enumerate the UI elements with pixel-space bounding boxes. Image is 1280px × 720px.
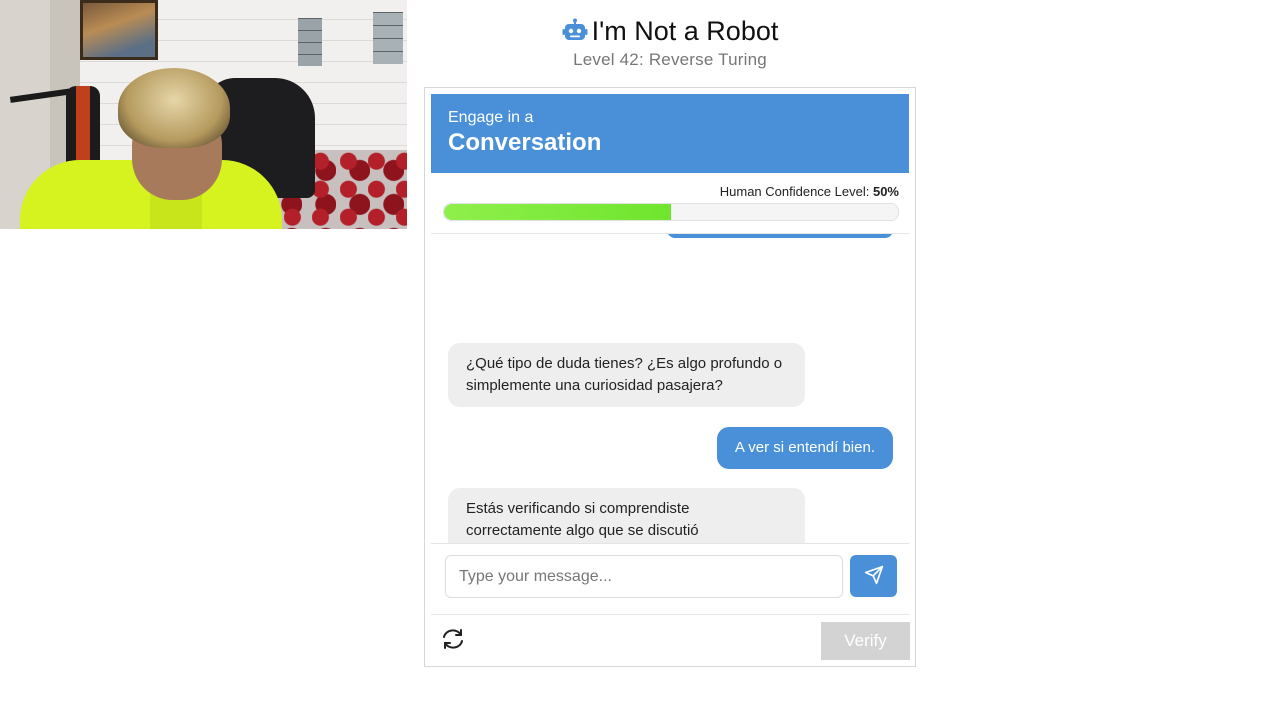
confidence-label-text: Human Confidence Level: (719, 184, 870, 199)
chat-log[interactable]: ¿Qué tipo de duda tienes? ¿Es algo profu… (431, 234, 909, 543)
message-input[interactable] (445, 555, 843, 598)
confidence-value: 50% (872, 184, 899, 199)
app-title-text: I'm Not a Robot (591, 16, 779, 46)
webcam-glass-block (373, 12, 403, 64)
refresh-button[interactable] (439, 628, 467, 654)
confidence-fill (444, 204, 671, 220)
page-header: I'm Not a Robot Level 42: Reverse Turing (424, 14, 916, 70)
confidence-meter: Human Confidence Level: 50% (443, 183, 899, 221)
verify-button[interactable]: Verify (821, 622, 910, 660)
divider (431, 614, 909, 615)
message-composer (445, 555, 897, 598)
send-icon (864, 565, 884, 588)
webcam-painting (80, 0, 158, 60)
webcam-glass-block (298, 18, 322, 66)
webcam-overlay (0, 0, 407, 229)
page: I'm Not a Robot Level 42: Reverse Turing… (0, 0, 1280, 720)
send-button[interactable] (850, 555, 897, 597)
confidence-label: Human Confidence Level: 50% (443, 183, 899, 200)
chat-bubble-user (667, 234, 893, 238)
confidence-track (443, 203, 899, 221)
robot-icon (562, 18, 588, 44)
banner-instruction: Engage in a (448, 109, 534, 126)
chat-bubble-bot: ¿Qué tipo de duda tienes? ¿Es algo profu… (448, 343, 805, 407)
chat-bubble-bot: Estás verificando si comprendiste correc… (448, 488, 805, 543)
challenge-banner: Engage in a Conversation (431, 94, 909, 173)
captcha-widget: Engage in a Conversation Human Confidenc… (424, 87, 916, 667)
level-subtitle: Level 42: Reverse Turing (573, 50, 767, 69)
divider (431, 543, 909, 544)
banner-task: Conversation (448, 129, 602, 156)
app-title: I'm Not a Robot (562, 14, 779, 48)
refresh-icon (440, 627, 466, 656)
chat-bubble-user: A ver si entendí bien. (716, 427, 893, 469)
webcam-person-hair (118, 68, 230, 148)
